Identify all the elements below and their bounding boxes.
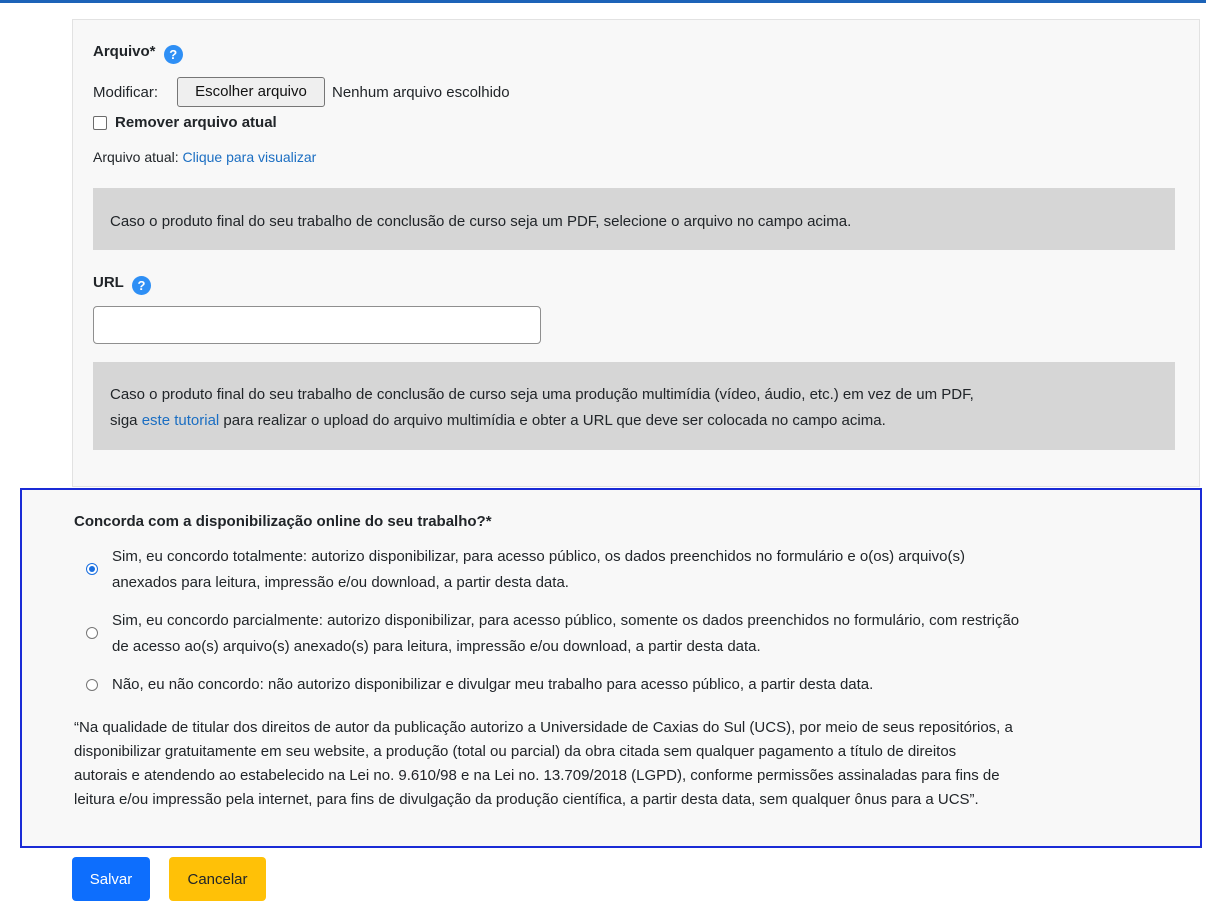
consent-option-partial-line1: Sim, eu concordo parcialmente: autorizo … [112,612,1020,629]
remove-file-checkbox[interactable] [93,116,107,130]
consent-question: Concorda com a disponibilização online d… [74,513,492,530]
view-file-link[interactable]: Clique para visualizar [183,149,317,165]
legal-notice-line: autorais e atendendo ao estabelecido na … [74,767,1000,784]
consent-option-partial-line2: de acesso ao(s) arquivo(s) anexado(s) pa… [112,638,761,655]
legal-notice: “Na qualidade de titular dos direitos de… [74,716,1192,812]
multimedia-note-line1: Caso o produto final do seu trabalho de … [110,386,974,403]
url-field-header: URL ? [93,274,151,295]
url-help-icon[interactable]: ? [132,276,151,295]
consent-radio-partial[interactable] [86,627,98,639]
consent-option-full-line1: Sim, eu concordo totalmente: autorizo di… [112,548,965,565]
consent-option-full[interactable]: Sim, eu concordo totalmente: autorizo di… [112,544,1192,596]
current-file-row: Arquivo atual: Clique para visualizar [93,149,316,165]
consent-option-none-line1: Não, eu não concordo: não autorizo dispo… [112,676,874,693]
cancel-button[interactable]: Cancelar [169,857,266,901]
legal-notice-line: “Na qualidade de titular dos direitos de… [74,719,1013,736]
url-input[interactable] [93,306,541,344]
consent-option-none[interactable]: Não, eu não concordo: não autorizo dispo… [112,672,1192,698]
current-file-label: Arquivo atual: [93,149,179,165]
file-field-label: Arquivo* [93,43,156,60]
choose-file-button[interactable]: Escolher arquivo [177,77,325,107]
remove-file-label[interactable]: Remover arquivo atual [115,114,277,131]
url-field-label: URL [93,274,124,291]
tutorial-link[interactable]: este tutorial [142,412,220,429]
top-divider [0,0,1206,3]
consent-radio-none[interactable] [86,679,98,691]
legal-notice-line: disponibilizar gratuitamente em seu webs… [74,743,957,760]
consent-option-partial[interactable]: Sim, eu concordo parcialmente: autorizo … [112,608,1192,660]
multimedia-note-line2: siga este tutorial para realizar o uploa… [110,408,1175,434]
legal-notice-line: leitura e/ou impressão pela internet, pa… [74,791,979,808]
pdf-note-text: Caso o produto final do seu trabalho de … [110,213,852,230]
consent-option-full-line2: anexados para leitura, impressão e/ou do… [112,574,569,591]
multimedia-note-box: Caso o produto final do seu trabalho de … [93,362,1175,450]
multimedia-note-suffix: para realizar o upload do arquivo multim… [223,412,886,429]
consent-radio-full[interactable] [86,563,98,575]
file-field-header: Arquivo* ? [93,43,183,64]
multimedia-note-prefix: siga [110,412,138,429]
no-file-text: Nenhum arquivo escolhido [332,84,510,101]
pdf-note-box: Caso o produto final do seu trabalho de … [93,188,1175,250]
save-button[interactable]: Salvar [72,857,150,901]
modify-label: Modificar: [93,84,159,101]
file-help-icon[interactable]: ? [163,45,183,64]
